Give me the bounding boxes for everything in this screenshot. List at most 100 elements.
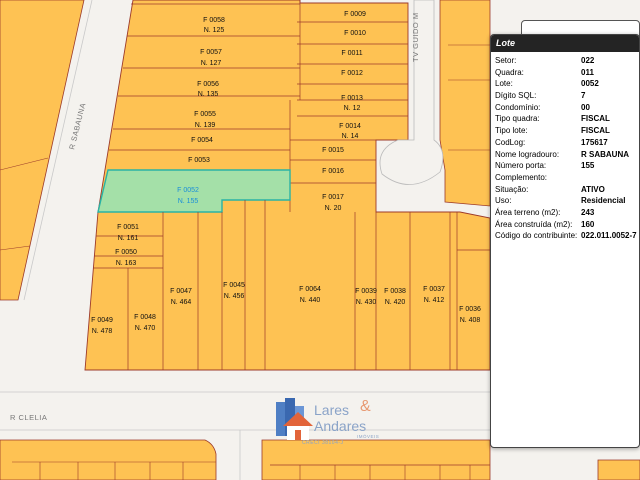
info-row-value: FISCAL <box>581 114 610 124</box>
info-row-key: Uso: <box>495 196 512 206</box>
lot-number: N. 20 <box>325 205 342 212</box>
info-row-value: Residencial <box>581 196 626 206</box>
lares-andares-logo: Lares & Andares IMÓVEIS CRECI 38104-J <box>274 398 384 448</box>
lot-id: F 0056 <box>197 81 219 88</box>
lot-id: F 0036 <box>459 306 481 313</box>
info-row-value: FISCAL <box>581 126 610 136</box>
lot-id: F 0064 <box>299 286 321 293</box>
lot-number: N. 440 <box>300 297 321 304</box>
info-row-key: Tipo lote: <box>495 126 528 136</box>
info-row: Nome logradouro: R SABAUNA <box>491 150 639 162</box>
info-row-key: Situação: <box>495 184 529 194</box>
lot-id: F 0015 <box>322 147 344 154</box>
info-row: Complemento: <box>491 173 639 185</box>
lot-id: F 0053 <box>188 157 210 164</box>
lot-number: N. 430 <box>356 299 377 306</box>
lot-id: F 0012 <box>341 70 363 77</box>
info-row-value: 011 <box>581 67 594 77</box>
lot-id: F 0054 <box>191 137 213 144</box>
lot-id: F 0013 <box>341 95 363 102</box>
block-east <box>439 0 491 207</box>
lot-id: F 0055 <box>194 111 216 118</box>
info-row: Condomínio: 00 <box>491 103 639 115</box>
street-label-clelia: R CLELIA <box>10 413 47 422</box>
lot-number: N. 470 <box>135 325 156 332</box>
info-row: Lote: 0052 <box>491 79 639 91</box>
lot-id: F 0051 <box>117 224 139 231</box>
info-row: Área construída (m2): 160 <box>491 220 639 232</box>
info-row-value: 022 <box>581 56 595 65</box>
info-row-key: Complemento: <box>495 172 548 182</box>
lot-number: N. 408 <box>460 317 481 324</box>
info-panel-rows: Setor: 022 Quadra: 011 Lote: 0052 Dígito SQL: 7… <box>491 52 639 243</box>
lot-id: F 0045 <box>223 282 245 289</box>
info-row-value: ATIVO <box>581 184 605 194</box>
logo-text-ampersand: & <box>360 398 371 415</box>
info-row-key: Lote: <box>495 79 513 89</box>
lot-id: F 0017 <box>322 194 344 201</box>
logo-text-creci: CRECI 38104-J <box>302 440 344 446</box>
lot-id: F 0048 <box>134 314 156 321</box>
logo-text-lares: Lares <box>314 402 350 418</box>
info-row: Número porta: 155 <box>491 161 639 173</box>
info-row: Área terreno (m2): 243 <box>491 208 639 220</box>
lot-id: F 0016 <box>322 168 344 175</box>
lot-id: F 0037 <box>423 286 445 293</box>
lot-id: F 0057 <box>200 49 222 56</box>
building-house-icon <box>276 398 313 440</box>
lot-id: F 0039 <box>355 288 377 295</box>
lot-number: N. 14 <box>342 133 359 140</box>
lot-number: N. 127 <box>201 60 222 67</box>
lot-number: N. 163 <box>116 260 137 267</box>
info-row-value: 7 <box>581 91 586 101</box>
info-row: Setor: 022 <box>491 56 639 68</box>
logo-text-andares: Andares <box>314 418 367 434</box>
info-panel-title: Lote <box>491 35 639 52</box>
lot-number: N. 135 <box>198 91 219 98</box>
lot-id: F 0010 <box>344 30 366 37</box>
lot-id: F 0049 <box>91 317 113 324</box>
info-row-key: CodLog: <box>495 137 526 147</box>
lot-id: F 0038 <box>384 288 406 295</box>
selected-lot-id: F 0052 <box>177 187 199 194</box>
lot-id: F 0050 <box>115 249 137 256</box>
info-row: Código do contribuinte: 022.011.0052-7 <box>491 231 639 243</box>
lot-number: N. 139 <box>195 122 216 129</box>
lot-number: N. 161 <box>118 235 139 242</box>
info-row-key: Número porta: <box>495 161 547 171</box>
lot-id: F 0058 <box>203 17 225 24</box>
info-row-key: Setor: <box>495 56 517 65</box>
lot-number: N. 125 <box>204 27 225 34</box>
info-row-key: Código do contribuinte: <box>495 231 578 241</box>
lot-id: F 0009 <box>344 11 366 18</box>
info-row-key: Nome logradouro: <box>495 149 560 159</box>
info-row-value: 155 <box>581 161 595 171</box>
info-row: Dígito SQL: 7 <box>491 91 639 103</box>
info-row: Quadra: 011 <box>491 68 639 80</box>
lot-number: N. 420 <box>385 299 406 306</box>
lot-id: F 0047 <box>170 288 192 295</box>
lot-number: N. 478 <box>92 328 113 335</box>
lot-id: F 0014 <box>339 123 361 130</box>
lot-info-panel[interactable]: Lote Setor: 022 Quadra: 011 Lote: 0052 Dígito … <box>490 34 640 448</box>
selected-lot-number: N. 155 <box>178 198 199 205</box>
street-label-guido: TV GUIDO M <box>411 12 420 62</box>
lot-id: F 0011 <box>341 50 362 57</box>
info-row-key: Condomínio: <box>495 102 541 112</box>
lot-number: N. 12 <box>344 105 361 112</box>
logo-text-imoveis: IMÓVEIS <box>357 434 380 439</box>
info-row-key: Área construída (m2): <box>495 219 573 229</box>
info-row-value: 022.011.0052-7 <box>581 231 637 241</box>
info-row: Tipo lote: FISCAL <box>491 126 639 138</box>
info-row-value: R SABAUNA <box>581 149 629 159</box>
info-row-value: 0052 <box>581 79 599 89</box>
info-row-key: Tipo quadra: <box>495 114 540 124</box>
info-row-key: Área terreno (m2): <box>495 207 561 217</box>
lot-number: N. 412 <box>424 297 445 304</box>
info-row-key: Quadra: <box>495 67 524 77</box>
info-row: Situação: ATIVO <box>491 185 639 197</box>
info-row-value: 175617 <box>581 137 608 147</box>
info-row-value: 243 <box>581 207 595 217</box>
info-row-value: 00 <box>581 102 590 112</box>
info-row: CodLog: 175617 <box>491 138 639 150</box>
